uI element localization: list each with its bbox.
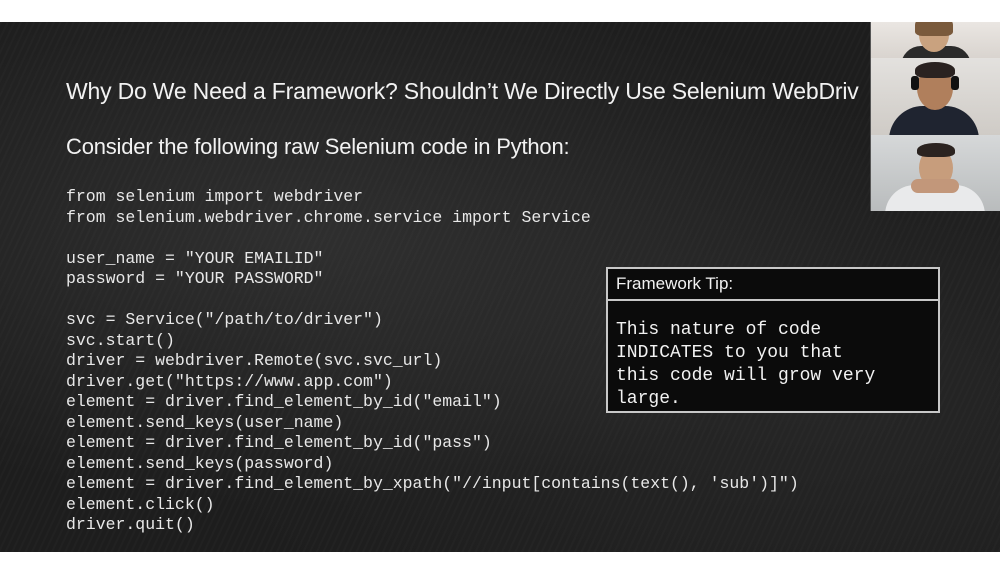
bottom-margin [0,552,1000,573]
code-line: element.send_keys(user_name) [66,412,344,432]
tip-line: this code will grow very [616,366,876,386]
participant-video-tile-2[interactable] [870,58,1000,135]
tip-line: large. [616,389,681,409]
tip-line: INDICATES to you that [616,343,843,363]
participant-video-tile-1[interactable] [870,22,1000,58]
participant-video-tile-3[interactable] [870,135,1000,211]
code-line: element.click() [66,494,215,514]
framework-tip-box: Framework Tip: This nature of code INDIC… [606,267,940,413]
slide-subtitle: Consider the following raw Selenium code… [66,134,570,159]
slide-title: Why Do We Need a Framework? Shouldn’t We… [66,78,859,104]
code-line: driver.quit() [66,515,195,534]
code-line: element = driver.find_element_by_id("pas… [66,433,492,452]
tip-line: This nature of code [616,320,822,340]
code-line: element = driver.find_element_by_xpath("… [66,474,799,493]
tip-title: Framework Tip: [608,269,938,301]
code-line: from selenium.webdriver.chrome.service i… [66,207,591,227]
code-line: user_name = "YOUR EMAILID" [66,248,324,268]
code-line: from selenium import webdriver [66,187,364,206]
tip-body: This nature of code INDICATES to you tha… [616,319,932,411]
presentation-slide: Why Do We Need a Framework? Shouldn’t We… [0,22,1000,552]
code-line: element.send_keys(password) [66,453,334,473]
